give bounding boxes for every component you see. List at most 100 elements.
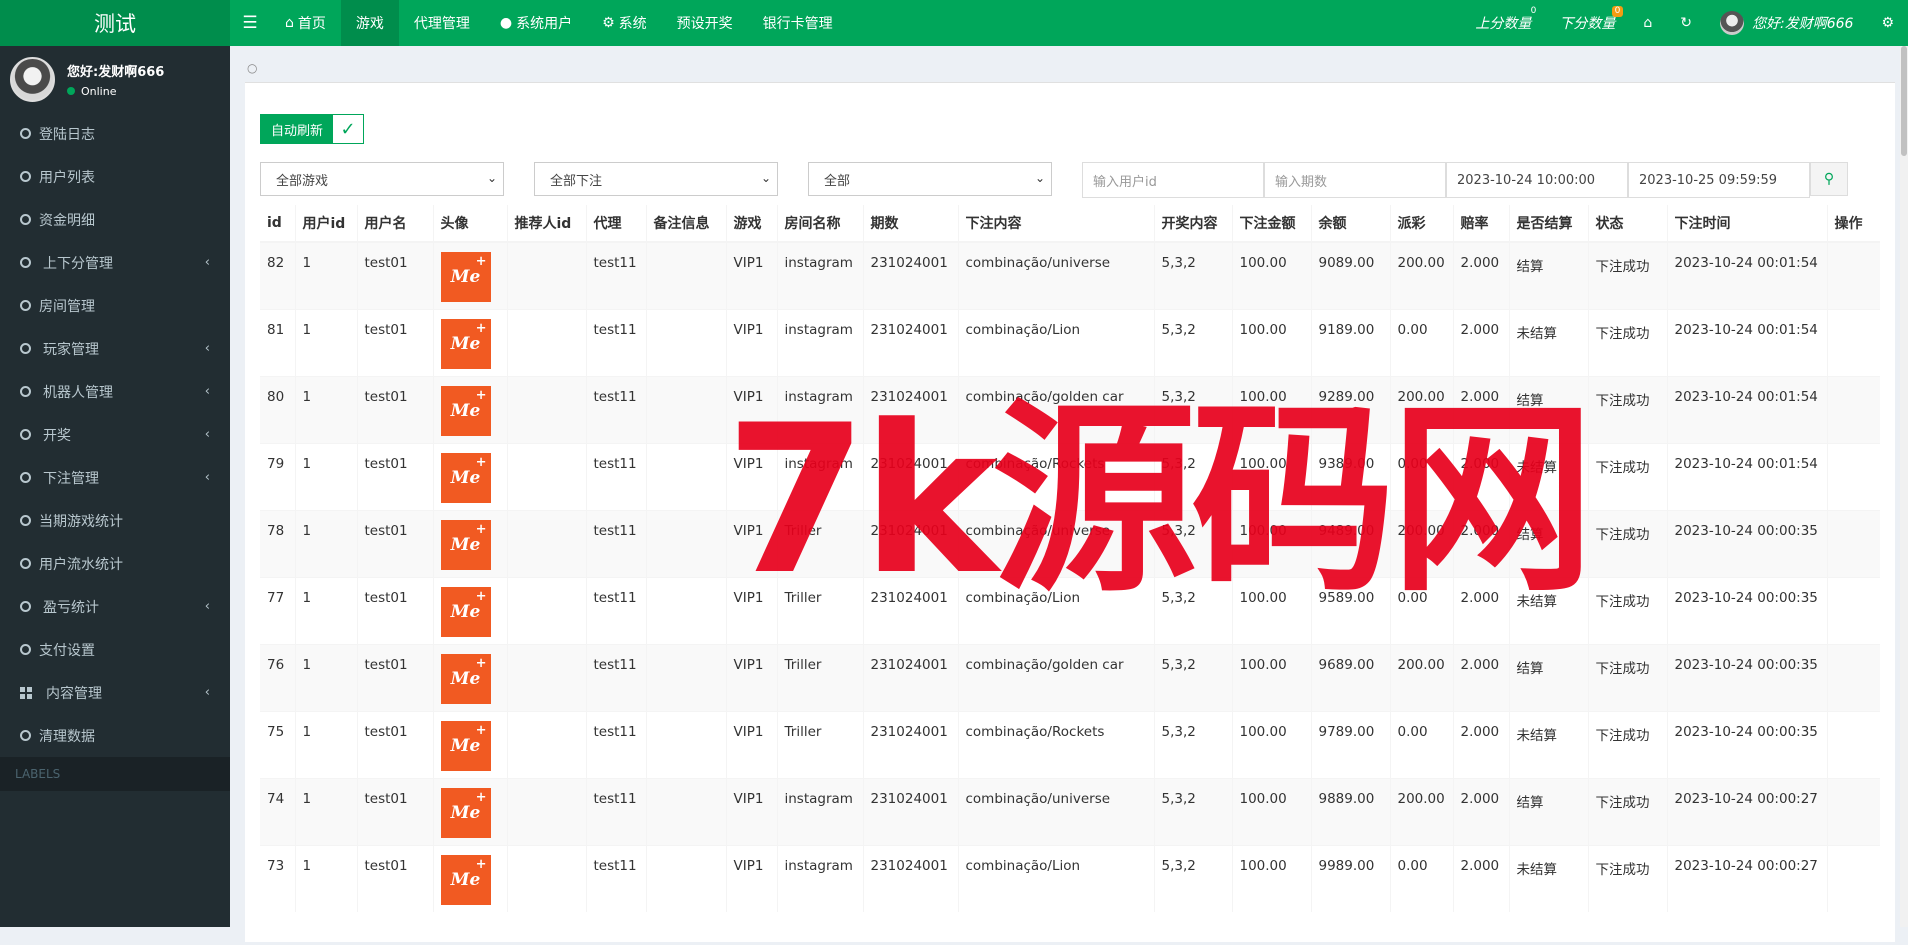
sidebar-item-bet-manage[interactable]: 下注管理 ‹ [0,456,230,499]
avatar-cell: Me [433,241,508,309]
sidebar-item-clear-data[interactable]: 清理数据 [0,714,230,757]
nav-agent[interactable]: 代理管理 [399,0,485,46]
cell-uname: test01 [357,241,434,309]
sidebar-item-draw[interactable]: 开奖 ‹ [0,413,230,456]
cell-settled: 结算 [1509,375,1589,443]
action-cell[interactable] [1827,442,1880,510]
scrollbar-thumb[interactable] [1901,46,1907,156]
cell-amount: 100.00 [1232,844,1312,912]
action-cell[interactable] [1827,777,1880,845]
search-button[interactable]: ⚲ [1810,162,1848,196]
sidebar-item-content-manage[interactable]: 内容管理 ‹ [0,671,230,714]
table-row[interactable]: 761test01Me test11 VIP1Triller231024001com… [260,643,1880,711]
home-icon[interactable]: ⌂ [1629,0,1666,46]
table-row[interactable]: 751test01Me test11 VIP1Triller231024001com… [260,710,1880,778]
game-logo-avatar: Me [440,385,491,436]
cell-agent: test11 [586,710,647,778]
column-header: 开奖内容 [1154,205,1233,243]
table-row[interactable]: 821test01Me test11 VIP1instagram231024001c… [260,241,1880,309]
sidebar-item-player-manage[interactable]: 玩家管理 ‹ [0,327,230,370]
cell-period: 231024001 [863,375,959,443]
user-id-input[interactable]: 输入用户id [1082,162,1264,198]
sidebar-item-room-manage[interactable]: 房间管理 [0,284,230,327]
sidebar-item-label: 下注管理 [43,470,99,487]
auto-refresh-label: 自动刷新 [261,115,334,143]
nav-game[interactable]: 游戏 [340,0,399,46]
nav-home[interactable]: ⌂ 首页 [270,0,341,46]
cell-status: 下注成功 [1588,375,1668,443]
period-input[interactable]: 输入期数 [1264,162,1446,198]
cell-period: 231024001 [863,241,959,309]
action-cell[interactable] [1827,643,1880,711]
cell-balance: 9489.00 [1311,509,1391,577]
cell-status: 下注成功 [1588,308,1668,376]
bet-table-wrapper: id 用户id 用户名 头像 推荐人id 代理 备注信息 游戏 房间名称 期数 下注内容 开奖内容 下注… [260,205,1880,945]
action-cell[interactable] [1827,710,1880,778]
cell-uname: test01 [357,643,434,711]
nav-bank-card[interactable]: 银行卡管理 [748,0,848,46]
sidebar-item-current-game-stats[interactable]: 当期游戏统计 [0,499,230,542]
game-logo-avatar: Me [440,452,491,503]
sidebar-item-score-manage[interactable]: 上下分管理 ‹ [0,241,230,284]
brand-logo[interactable]: 测试 [0,0,230,46]
cell-settled: 未结算 [1509,710,1589,778]
end-time-input[interactable]: 2023-10-25 09:59:59 [1628,162,1810,198]
action-cell[interactable] [1827,576,1880,644]
up-score-link[interactable]: 上分数量 0 [1461,0,1545,46]
sidebar-item-user-list[interactable]: 用户列表 [0,155,230,198]
action-cell[interactable] [1827,844,1880,912]
cell-settled: 未结算 [1509,844,1589,912]
sidebar-item-login-log[interactable]: 登陆日志 [0,112,230,155]
cell-period: 231024001 [863,643,959,711]
bet-type-select[interactable]: 全部下注 ⌄ [534,162,778,196]
action-cell[interactable] [1827,241,1880,309]
sidebar-item-label: 清理数据 [39,728,95,745]
settle-select[interactable]: 全部 ⌄ [808,162,1052,196]
sidebar-item-user-flow-stats[interactable]: 用户流水统计 [0,542,230,585]
table-row[interactable]: 781test01Me test11 VIP1Triller231024001com… [260,509,1880,577]
chevron-left-icon: ‹ [204,427,210,442]
cell-status: 下注成功 [1588,576,1668,644]
sidebar-item-fund-detail[interactable]: 资金明细 [0,198,230,241]
user-menu[interactable]: 您好:发财啊666 [1706,0,1867,46]
nav-system[interactable]: ⚙ 系统 [587,0,662,46]
cell-note [646,710,727,778]
table-row[interactable]: 811test01Me test11 VIP1instagram231024001c… [260,308,1880,376]
cell-settled: 未结算 [1509,576,1589,644]
table-row[interactable]: 731test01Me test11 VIP1instagram231024001c… [260,844,1880,912]
start-time-input[interactable]: 2023-10-24 10:00:00 [1446,162,1628,198]
cell-id: 73 [260,844,296,912]
down-score-link[interactable]: 下分数量 0 [1545,0,1629,46]
column-header: 派彩 [1390,205,1454,243]
nav-preset-draw[interactable]: 预设开奖 [662,0,748,46]
table-row[interactable]: 791test01Me test11 VIP1instagram231024001c… [260,442,1880,510]
refresh-icon[interactable]: ↻ [1666,0,1706,46]
nav-preset-draw-label: 预设开奖 [676,16,733,32]
action-cell[interactable] [1827,509,1880,577]
cell-bet: combinação/Rockets [958,442,1155,510]
online-status: Online [67,85,164,98]
cell-time: 2023-10-24 00:00:35 [1667,643,1828,711]
game-select[interactable]: 全部游戏 ⌄ [260,162,504,196]
nav-system-user[interactable]: ● 系统用户 [485,0,587,46]
table-row[interactable]: 771test01Me test11 VIP1Triller231024001com… [260,576,1880,644]
page-scrollbar[interactable] [1900,46,1908,927]
sidebar-user-name: 您好:发财啊666 [67,64,165,80]
action-cell[interactable] [1827,375,1880,443]
column-header: 操作 [1827,205,1880,243]
sidebar-item-profit-stats[interactable]: 盈亏统计 ‹ [0,585,230,628]
table-row[interactable]: 801test01Me test11 VIP1instagram231024001c… [260,375,1880,443]
sidebar-item-payment-settings[interactable]: 支付设置 [0,628,230,671]
cell-ref [507,844,587,912]
menu-toggle-icon[interactable]: ☰ [230,0,270,46]
cell-room: Triller [777,643,864,711]
sidebar-item-robot-manage[interactable]: 机器人管理 ‹ [0,370,230,413]
period-placeholder: 输入期数 [1275,174,1328,190]
cell-uname: test01 [357,509,434,577]
table-row[interactable]: 741test01Me test11 VIP1instagram231024001c… [260,777,1880,845]
cell-room: Triller [777,509,864,577]
cell-odds: 2.000 [1453,375,1510,443]
auto-refresh-toggle[interactable]: 自动刷新 ✓ [260,114,365,144]
action-cell[interactable] [1827,308,1880,376]
settings-gears-icon[interactable]: ⚙ [1867,0,1908,46]
